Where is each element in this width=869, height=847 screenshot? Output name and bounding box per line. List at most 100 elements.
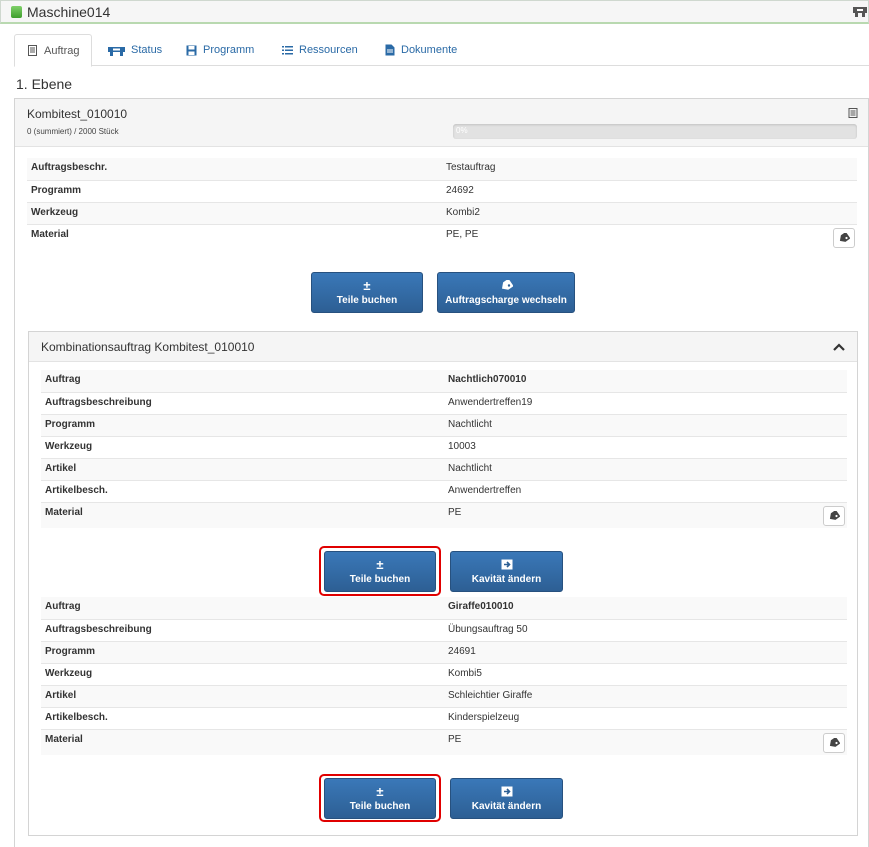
tab-label: Dokumente	[401, 44, 458, 56]
detail-key: Artikel	[41, 684, 444, 707]
table-row: Auftragsbeschreibung Übungsauftrag 50	[41, 618, 847, 641]
combination-panel: Kombinationsauftrag Kombitest_010010 Auf…	[28, 331, 858, 836]
cavity-icon	[501, 785, 513, 798]
material-tag-button[interactable]	[823, 505, 845, 526]
teile-buchen-button[interactable]: ± Teile buchen	[311, 272, 423, 313]
detail-key: Artikelbesch.	[41, 479, 444, 502]
detail-value: Schleichtier Giraffe	[444, 684, 847, 707]
tab-dokumente[interactable]: Dokumente	[373, 34, 469, 66]
tag-icon	[829, 510, 840, 520]
detail-value: Giraffe010010	[444, 597, 847, 619]
table-row: Programm Nachtlicht	[41, 413, 847, 436]
tag-icon	[839, 232, 850, 242]
order-progress-label: 0%	[456, 126, 468, 135]
combination-panel-header[interactable]: Kombinationsauftrag Kombitest_010010	[29, 332, 857, 362]
table-row: Werkzeug Kombi2	[27, 201, 857, 224]
order-progress-bar: 0%	[453, 124, 857, 139]
detail-value: Nachtlicht	[444, 413, 847, 436]
machine-settings-icon[interactable]	[852, 5, 868, 19]
tab-label: Programm	[203, 44, 255, 56]
level-title: 1. Ebene	[16, 76, 73, 92]
plus-minus-icon: ±	[363, 278, 371, 293]
teile-buchen-button[interactable]: ± Teile buchen	[324, 551, 436, 592]
tab-programm[interactable]: Programm	[174, 34, 266, 66]
detail-key: Auftragsbeschr.	[27, 158, 442, 180]
tag-icon	[500, 279, 513, 292]
plus-minus-icon: ±	[376, 784, 384, 799]
button-label: Teile buchen	[336, 295, 398, 306]
detail-key: Auftrag	[41, 597, 444, 619]
tab-ressourcen[interactable]: Ressourcen	[270, 34, 370, 66]
detail-key: Material	[27, 223, 442, 250]
machine-status-indicator	[11, 6, 22, 18]
order-name: Kombitest_010010	[27, 107, 128, 121]
table-row: Artikelbesch. Kinderspielzeug	[41, 706, 847, 729]
tab-status[interactable]: Status	[96, 34, 174, 66]
machine-status-icon	[108, 46, 125, 56]
detail-value: Anwendertreffen19	[444, 391, 847, 414]
table-row: Auftrag Giraffe010010	[41, 597, 847, 619]
detail-key: Material	[41, 501, 444, 528]
detail-key: Programm	[27, 179, 442, 202]
detail-key: Werkzeug	[27, 201, 442, 224]
table-row: Programm 24691	[41, 640, 847, 663]
teile-buchen-button[interactable]: ± Teile buchen	[324, 778, 436, 819]
detail-value: 10003	[444, 435, 847, 458]
detail-key: Werkzeug	[41, 662, 444, 685]
button-label: Teile buchen	[349, 574, 411, 585]
tab-bar: Auftrag Status Programm Ressourcen Dokum…	[14, 34, 869, 67]
order-details-table: Auftragsbeschr. Testauftrag Programm 246…	[27, 158, 857, 250]
order-panel-header: Kombitest_010010 0 (summiert) / 2000 Stü…	[15, 99, 868, 147]
table-row: Material PE	[41, 728, 847, 755]
button-label: Auftragscharge wechseln	[445, 295, 567, 306]
detail-value-cell: PE, PE	[442, 223, 857, 250]
detail-value: 24692	[442, 179, 857, 202]
detail-value: Kombi5	[444, 662, 847, 685]
material-tag-button[interactable]	[823, 732, 845, 753]
kavitaet-aendern-button[interactable]: Kavität ändern	[450, 778, 563, 819]
detail-key: Werkzeug	[41, 435, 444, 458]
table-row: Auftrag Nachtlich070010	[41, 370, 847, 392]
combination-order-table: Auftrag Nachtlich070010 Auftragsbeschrei…	[41, 370, 847, 528]
detail-key: Material	[41, 728, 444, 755]
detail-key: Artikel	[41, 457, 444, 480]
tag-icon	[829, 737, 840, 747]
table-row: Programm 24692	[27, 179, 857, 202]
machine-name: Maschine014	[27, 4, 111, 20]
table-row: Werkzeug Kombi5	[41, 662, 847, 685]
table-row: Artikelbesch. Anwendertreffen	[41, 479, 847, 502]
detail-value: PE	[448, 733, 462, 745]
chevron-up-icon[interactable]	[833, 342, 845, 352]
document-icon	[28, 45, 37, 56]
file-icon	[385, 44, 395, 56]
detail-value: Nachtlicht	[444, 457, 847, 480]
machine-header: Maschine014	[0, 0, 869, 24]
button-label: Kavität ändern	[471, 801, 542, 812]
list-icon	[282, 46, 293, 55]
table-row: Auftragsbeschr. Testauftrag	[27, 158, 857, 180]
table-row: Material PE	[41, 501, 847, 528]
detail-value: 24691	[444, 640, 847, 663]
table-row: Werkzeug 10003	[41, 435, 847, 458]
tab-label: Status	[131, 44, 163, 56]
detail-value-cell: PE	[444, 728, 847, 755]
table-row: Artikel Schleichtier Giraffe	[41, 684, 847, 707]
detail-key: Programm	[41, 413, 444, 436]
detail-key: Auftrag	[41, 370, 444, 392]
detail-key: Auftragsbeschreibung	[41, 391, 444, 414]
document-icon[interactable]	[848, 108, 858, 118]
combination-title: Kombinationsauftrag Kombitest_010010	[41, 340, 255, 354]
table-row: Material PE, PE	[27, 223, 857, 250]
plus-minus-icon: ±	[376, 557, 384, 572]
detail-key: Artikelbesch.	[41, 706, 444, 729]
table-row: Auftragsbeschreibung Anwendertreffen19	[41, 391, 847, 414]
detail-value: Anwendertreffen	[444, 479, 847, 502]
tab-auftrag[interactable]: Auftrag	[14, 34, 93, 67]
detail-value: Kombi2	[442, 201, 857, 224]
auftragscharge-wechseln-button[interactable]: Auftragscharge wechseln	[437, 272, 575, 313]
tab-label: Auftrag	[44, 44, 80, 57]
detail-value: PE	[448, 506, 462, 518]
detail-value-cell: PE	[444, 501, 847, 528]
kavitaet-aendern-button[interactable]: Kavität ändern	[450, 551, 563, 592]
material-tag-button[interactable]	[833, 227, 855, 248]
